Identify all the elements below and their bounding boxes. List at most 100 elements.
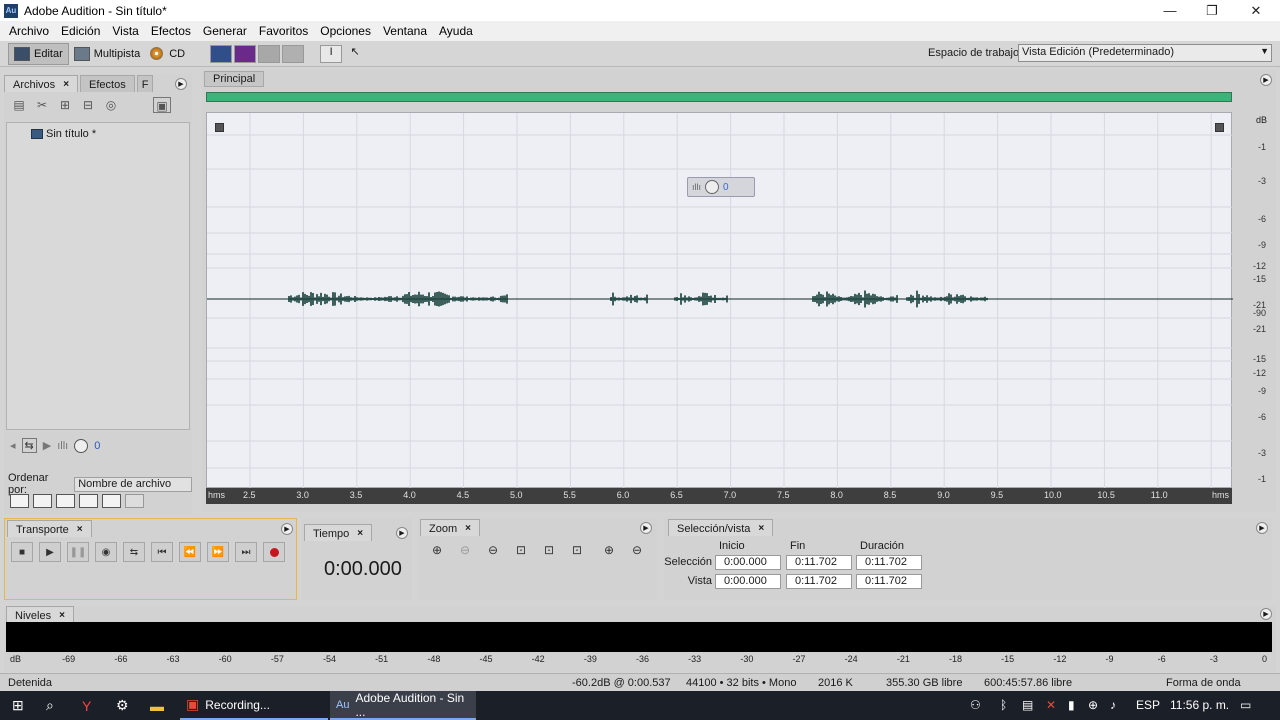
show-loops-icon[interactable] [33,494,52,508]
zoom-out-full-icon[interactable]: ⊖ [484,543,502,559]
zoom-left-edge-icon[interactable]: ⊡ [540,543,558,559]
spectral-view-button[interactable] [234,44,257,63]
show-metadata-icon[interactable] [125,494,144,508]
yandex-browser-icon[interactable]: Y [76,691,97,720]
maximize-button[interactable]: ❐ [1190,0,1234,21]
taskbar-audition-button[interactable]: Au Adobe Audition - Sin ... [330,691,476,720]
multitrack-mode-button[interactable]: Multipista [69,43,145,65]
list-item[interactable]: Sin título * [31,128,96,140]
selection-end-field[interactable]: 0:11.702 [786,555,852,570]
search-icon[interactable]: ⌕ [40,691,60,720]
play-from-cursor-button[interactable]: ◉ [95,542,117,562]
selection-menu-icon[interactable]: ▶ [1256,522,1268,534]
pan-view-button[interactable] [258,44,281,63]
zoom-in-horizontal-icon[interactable]: ⊕ [600,543,618,559]
language-indicator[interactable]: ESP [1136,698,1160,712]
levels-menu-icon[interactable]: ▶ [1260,608,1272,620]
cd-mode-button[interactable]: CD [145,43,190,65]
zoom-out-amplitude-icon[interactable]: ⊖ [456,543,474,559]
time-menu-icon[interactable]: ▶ [396,527,408,539]
tab-favoritos[interactable]: F [136,75,154,92]
play-preview-icon[interactable]: ▶ [43,439,51,452]
volume-knob[interactable] [74,438,89,453]
windows-start-icon[interactable]: ⊞ [6,691,30,720]
transport-menu-icon[interactable]: ▶ [281,523,293,535]
record-button[interactable] [263,542,285,562]
file-explorer-icon[interactable]: ▬ [144,691,170,720]
panel-menu-icon[interactable]: ▶ [175,78,187,90]
open-file-icon[interactable]: ▤ [10,97,28,113]
phase-view-button[interactable] [282,44,305,63]
settings-gear-icon[interactable]: ⚙ [110,691,135,720]
view-end-field[interactable]: 0:11.702 [786,574,852,589]
tab-transporte[interactable]: Transporte × [7,520,92,537]
loop-icon[interactable]: ⇆ [21,438,37,453]
close-icon[interactable]: × [59,610,65,621]
filter-icon[interactable] [102,494,121,508]
show-audio-icon[interactable] [10,494,29,508]
menu-generar[interactable]: Generar [197,24,253,38]
waveform-background[interactable]: ıllı 0 [206,112,1266,489]
start-marker-icon[interactable] [215,123,224,132]
tab-efectos[interactable]: Efectos [80,75,135,92]
menu-ayuda[interactable]: Ayuda [433,24,479,38]
close-icon[interactable]: × [465,523,471,534]
view-duration-field[interactable]: 0:11.702 [856,574,922,589]
editor-panel-menu-icon[interactable]: ▶ [1260,74,1272,86]
tab-principal[interactable]: Principal [204,71,265,87]
close-button[interactable]: ✕ [1234,0,1278,21]
zoom-in-selection-icon[interactable]: ⊡ [512,543,530,559]
tab-tiempo[interactable]: Tiempo × [304,524,373,541]
volume-hud-value[interactable]: 0 [723,182,729,193]
zoom-right-edge-icon[interactable]: ⊡ [568,543,586,559]
tab-niveles[interactable]: Niveles × [6,606,74,623]
people-icon[interactable]: ⚇ [970,698,981,712]
go-to-end-button[interactable]: ⏭ [235,542,257,562]
close-file-icon[interactable]: ✂ [33,97,51,113]
menu-ventana[interactable]: Ventana [377,24,433,38]
edit-mode-button[interactable]: Editar [8,42,69,65]
close-icon[interactable]: × [357,528,363,539]
marquee-tool-icon[interactable]: ↖ [344,45,366,63]
rewind-button[interactable]: ⏪ [179,542,201,562]
menu-archivo[interactable]: Archivo [3,24,55,38]
edit-file-icon[interactable]: ◎ [102,97,120,113]
zoom-menu-icon[interactable]: ▶ [640,522,652,534]
bluetooth-icon[interactable]: ᛒ [1000,698,1007,712]
loop-button[interactable]: ⇆ [123,542,145,562]
tab-archivos[interactable]: Archivos × [4,75,79,92]
fast-forward-button[interactable]: ⏩ [207,542,229,562]
app-tray-icon[interactable]: ▤ [1022,698,1033,712]
close-icon[interactable]: × [63,79,69,90]
overview-range-bar[interactable] [206,92,1232,102]
time-ruler[interactable]: hms 2.5 3.0 3.5 4.0 4.5 5.0 5.5 6.0 6.5 7.0 7.5 8.0 8… [206,488,1232,504]
play-button[interactable]: ▶ [39,542,61,562]
selection-duration-field[interactable]: 0:11.702 [856,555,922,570]
file-volume-value[interactable]: 0 [94,440,100,452]
view-start-field[interactable]: 0:00.000 [715,574,781,589]
antivirus-icon[interactable]: ✕ [1046,698,1056,712]
menu-opciones[interactable]: Opciones [314,24,377,38]
insert-cd-icon[interactable]: ⊟ [79,97,97,113]
clock[interactable]: 11:56 p. m. [1170,698,1229,712]
pause-button[interactable]: ❚❚ [67,542,89,562]
insert-multitrack-icon[interactable]: ⊞ [56,97,74,113]
menu-vista[interactable]: Vista [106,24,144,38]
tab-zoom[interactable]: Zoom × [420,519,480,536]
microphone-icon[interactable]: ▮ [1068,698,1075,712]
zoom-out-horizontal-icon[interactable]: ⊖ [628,543,646,559]
notifications-icon[interactable]: ▭ [1240,698,1251,712]
end-marker-icon[interactable] [1215,123,1224,132]
zoom-in-amplitude-icon[interactable]: ⊕ [428,543,446,559]
minimize-button[interactable]: — [1148,0,1192,21]
show-video-icon[interactable] [79,494,98,508]
files-options-icon[interactable]: ▣ [153,97,171,113]
sort-select[interactable]: Nombre de archivo [74,476,192,492]
speaker-icon[interactable]: ◂ [10,439,16,452]
taskbar-recording-button[interactable]: ▣ Recording... [180,691,328,720]
selection-start-field[interactable]: 0:00.000 [715,555,781,570]
close-icon[interactable]: × [758,523,764,534]
waveform-view-button[interactable] [210,44,233,63]
menu-edicion[interactable]: Edición [55,24,106,38]
volume-icon[interactable]: ♪ [1110,698,1116,712]
